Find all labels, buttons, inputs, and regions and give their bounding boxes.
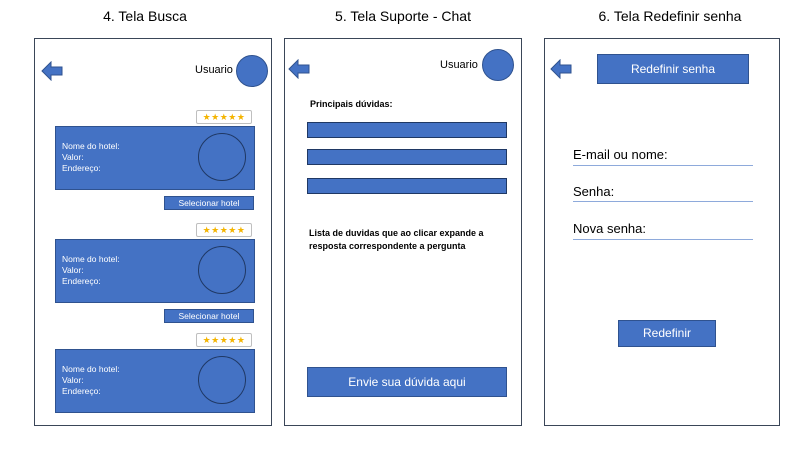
hotel-price-label: Valor:	[62, 265, 84, 275]
faq-item[interactable]	[307, 149, 507, 165]
user-avatar[interactable]	[236, 55, 268, 87]
faq-heading: Principais dúvidas:	[310, 99, 393, 109]
rating-stars-icon: ★★★★★	[196, 333, 252, 347]
email-or-name-label: E-mail ou nome:	[573, 147, 668, 162]
hotel-card[interactable]: Nome do hotel: Valor: Endereço:	[55, 126, 255, 190]
rating-stars-icon: ★★★★★	[196, 223, 252, 237]
password-field[interactable]	[573, 201, 753, 202]
suporte-screen: Usuario Principais dúvidas: Lista de duv…	[284, 38, 522, 426]
user-avatar[interactable]	[482, 49, 514, 81]
hotel-image	[198, 133, 246, 181]
screen-title-busca: 4. Tela Busca	[103, 8, 187, 24]
hotel-price-label: Valor:	[62, 375, 84, 385]
rating-stars-icon: ★★★★★	[196, 110, 252, 124]
hotel-image	[198, 356, 246, 404]
hotel-card[interactable]: Nome do hotel: Valor: Endereço:	[55, 239, 255, 303]
hotel-name-label: Nome do hotel:	[62, 364, 120, 374]
faq-item[interactable]	[307, 178, 507, 194]
hotel-info: Nome do hotel: Valor: Endereço:	[62, 364, 120, 397]
back-arrow-icon[interactable]	[550, 59, 572, 79]
hotel-address-label: Endereço:	[62, 163, 101, 173]
hotel-name-label: Nome do hotel:	[62, 254, 120, 264]
password-label: Senha:	[573, 184, 615, 199]
hotel-image	[198, 246, 246, 294]
new-password-field[interactable]	[573, 239, 753, 240]
faq-item[interactable]	[307, 122, 507, 138]
screen-title-suporte: 5. Tela Suporte - Chat	[335, 8, 471, 24]
back-arrow-icon[interactable]	[288, 59, 310, 79]
select-hotel-button[interactable]: Selecionar hotel	[164, 309, 254, 323]
send-question-button[interactable]: Envie sua dúvida aqui	[307, 367, 507, 397]
hotel-address-label: Endereço:	[62, 276, 101, 286]
hotel-name-label: Nome do hotel:	[62, 141, 120, 151]
hotel-price-label: Valor:	[62, 152, 84, 162]
back-arrow-icon[interactable]	[41, 61, 63, 81]
select-hotel-button[interactable]: Selecionar hotel	[164, 196, 254, 210]
hotel-info: Nome do hotel: Valor: Endereço:	[62, 141, 120, 174]
user-label: Usuario	[440, 59, 478, 71]
reset-password-header: Redefinir senha	[597, 54, 749, 84]
hotel-info: Nome do hotel: Valor: Endereço:	[62, 254, 120, 287]
hotel-card[interactable]: Nome do hotel: Valor: Endereço:	[55, 349, 255, 413]
user-label: Usuario	[195, 64, 233, 76]
screen-title-redefinir: 6. Tela Redefinir senha	[598, 8, 742, 24]
busca-screen: Usuario ★★★★★ Nome do hotel: Valor: Ende…	[34, 38, 272, 426]
faq-description: Lista de duvidas que ao clicar expande a…	[309, 228, 484, 251]
email-or-name-field[interactable]	[573, 165, 753, 166]
hotel-address-label: Endereço:	[62, 386, 101, 396]
new-password-label: Nova senha:	[573, 221, 646, 236]
redefinir-screen: Redefinir senha E-mail ou nome: Senha: N…	[544, 38, 780, 426]
reset-submit-button[interactable]: Redefinir	[618, 320, 716, 347]
